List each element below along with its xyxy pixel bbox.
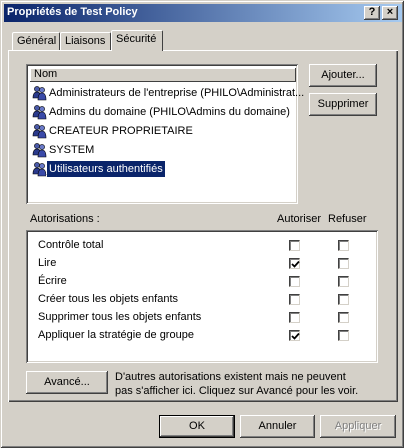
tab-securite-label: Sécurité [116, 33, 157, 45]
tab-general-label: Général [17, 35, 57, 47]
tab-general[interactable]: Général [12, 32, 60, 50]
title-bar[interactable]: Propriétés de Test Policy ? × [4, 4, 402, 22]
close-button[interactable]: × [382, 6, 398, 20]
security-tab-panel [8, 50, 398, 402]
cancel-button[interactable]: Annuler [240, 415, 315, 438]
ok-button[interactable]: OK [159, 415, 235, 438]
apply-button[interactable]: Appliquer [320, 415, 396, 438]
help-button[interactable]: ? [364, 6, 380, 20]
ok-button-label: OK [189, 420, 205, 432]
tab-liaisons[interactable]: Liaisons [60, 32, 111, 50]
cancel-button-label: Annuler [258, 420, 297, 432]
window-title: Propriétés de Test Policy [7, 6, 138, 18]
tab-securite[interactable]: Sécurité [111, 30, 163, 51]
properties-dialog: Propriétés de Test Policy ? × Général Li… [0, 0, 404, 448]
tab-liaisons-label: Liaisons [65, 35, 106, 47]
apply-button-label: Appliquer [334, 420, 382, 432]
